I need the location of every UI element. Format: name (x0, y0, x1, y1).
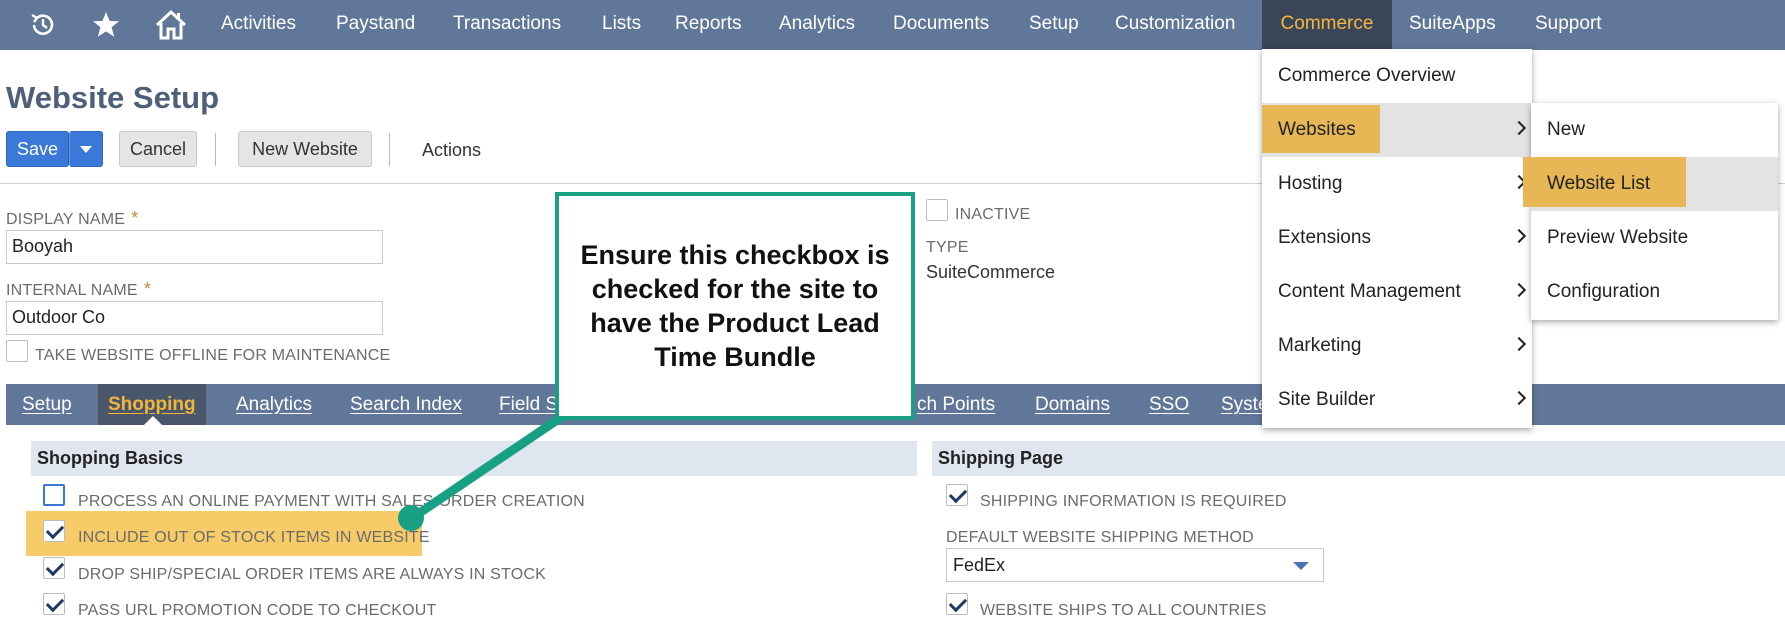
recent-records-icon[interactable] (25, 7, 61, 43)
menu-extensions-label: Extensions (1278, 227, 1371, 248)
display-name-label: DISPLAY NAME * (6, 208, 139, 228)
save-options-button[interactable] (69, 131, 103, 167)
commerce-menu: Commerce Overview Websites Hosting Exten… (1262, 49, 1532, 428)
nav-suiteapps[interactable]: SuiteApps (1393, 0, 1512, 50)
menu-extensions[interactable]: Extensions (1262, 211, 1532, 265)
submenu-new[interactable]: New (1531, 103, 1778, 157)
shipping-required-label: SHIPPING INFORMATION IS REQUIRED (980, 493, 1287, 510)
callout-text: Ensure this checkbox is checked for the … (580, 240, 890, 372)
tab-domains[interactable]: Domains (1029, 384, 1116, 425)
toolbar-divider (215, 133, 216, 166)
home-icon[interactable] (153, 7, 189, 43)
inactive-checkbox[interactable] (926, 199, 948, 221)
internal-name-label: INTERNAL NAME * (6, 279, 152, 299)
process-online-payment-label: PROCESS AN ONLINE PAYMENT WITH SALES ORD… (78, 493, 585, 510)
inactive-label: INACTIVE (955, 206, 1031, 223)
tab-sso[interactable]: SSO (1143, 384, 1195, 425)
drop-ship-checkbox[interactable] (43, 557, 65, 579)
page-title: Website Setup (6, 80, 220, 115)
top-nav: Activities Paystand Transactions Lists R… (0, 0, 1785, 50)
star-icon[interactable] (88, 7, 124, 43)
menu-hosting[interactable]: Hosting (1262, 157, 1532, 211)
cancel-button[interactable]: Cancel (119, 131, 197, 167)
menu-site-builder-label: Site Builder (1278, 389, 1376, 410)
nav-reports[interactable]: Reports (659, 0, 758, 50)
chevron-right-icon (1511, 336, 1527, 352)
default-shipping-method-value: FedEx (953, 555, 1006, 575)
chevron-right-icon (1511, 390, 1527, 406)
shipping-page-header: Shipping Page (932, 441, 1785, 476)
ships-all-countries-checkbox[interactable] (946, 593, 968, 615)
nav-setup[interactable]: Setup (1013, 0, 1095, 50)
nav-documents[interactable]: Documents (877, 0, 1005, 50)
chevron-down-icon (1293, 562, 1309, 570)
ships-all-countries-label: WEBSITE SHIPS TO ALL COUNTRIES (980, 602, 1267, 619)
chevron-right-icon (1511, 282, 1527, 298)
websites-submenu: New Website List Preview Website Configu… (1523, 103, 1778, 320)
active-tab-pointer (144, 416, 162, 425)
nav-transactions[interactable]: Transactions (437, 0, 577, 50)
menu-commerce-overview[interactable]: Commerce Overview (1262, 49, 1532, 103)
nav-activities[interactable]: Activities (205, 0, 312, 50)
offline-label: TAKE WEBSITE OFFLINE FOR MAINTENANCE (35, 347, 391, 364)
pass-promo-code-label: PASS URL PROMOTION CODE TO CHECKOUT (78, 602, 437, 619)
process-online-payment-checkbox[interactable] (43, 484, 65, 506)
menu-marketing[interactable]: Marketing (1262, 319, 1532, 373)
menu-websites[interactable]: Websites (1262, 103, 1532, 157)
nav-commerce[interactable]: Commerce (1262, 0, 1392, 50)
menu-hosting-label: Hosting (1278, 173, 1343, 194)
callout-box: Ensure this checkbox is checked for the … (555, 192, 915, 420)
tab-analytics[interactable]: Analytics (230, 384, 318, 425)
include-out-of-stock-checkbox[interactable] (43, 520, 65, 542)
submenu-configuration[interactable]: Configuration (1531, 265, 1778, 319)
toolbar-divider (389, 133, 390, 166)
save-button[interactable]: Save (6, 131, 69, 167)
chevron-right-icon (1511, 120, 1527, 136)
display-name-field[interactable]: Booyah (6, 230, 383, 264)
internal-name-field[interactable]: Outdoor Co (6, 301, 383, 335)
tab-search-index[interactable]: Search Index (344, 384, 468, 425)
menu-content-management-label: Content Management (1278, 281, 1461, 302)
pass-promo-code-checkbox[interactable] (43, 593, 65, 615)
include-out-of-stock-label: INCLUDE OUT OF STOCK ITEMS IN WEBSITE (78, 529, 430, 546)
offline-checkbox[interactable] (6, 340, 28, 362)
type-label: TYPE (926, 239, 969, 256)
menu-site-builder[interactable]: Site Builder (1262, 373, 1532, 427)
menu-content-management[interactable]: Content Management (1262, 265, 1532, 319)
shipping-required-checkbox[interactable] (946, 484, 968, 506)
submenu-website-list[interactable]: Website List (1531, 157, 1778, 211)
menu-websites-label: Websites (1278, 119, 1356, 140)
tab-setup[interactable]: Setup (16, 384, 78, 425)
nav-paystand[interactable]: Paystand (320, 0, 431, 50)
nav-support[interactable]: Support (1519, 0, 1618, 50)
type-value: SuiteCommerce (926, 262, 1056, 282)
default-shipping-method-label: DEFAULT WEBSITE SHIPPING METHOD (946, 529, 1254, 546)
nav-customization[interactable]: Customization (1099, 0, 1251, 50)
nav-lists[interactable]: Lists (586, 0, 657, 50)
submenu-preview-website[interactable]: Preview Website (1531, 211, 1778, 265)
chevron-down-icon (80, 146, 92, 153)
actions-menu[interactable]: Actions (422, 140, 481, 161)
default-shipping-method-select[interactable]: FedEx (946, 548, 1324, 582)
menu-marketing-label: Marketing (1278, 335, 1362, 356)
chevron-right-icon (1511, 228, 1527, 244)
tab-touch-points[interactable]: ch Points (911, 384, 1001, 425)
nav-analytics[interactable]: Analytics (763, 0, 871, 50)
drop-ship-label: DROP SHIP/SPECIAL ORDER ITEMS ARE ALWAYS… (78, 566, 546, 583)
shopping-basics-header: Shopping Basics (31, 441, 917, 476)
new-website-button[interactable]: New Website (238, 131, 372, 167)
